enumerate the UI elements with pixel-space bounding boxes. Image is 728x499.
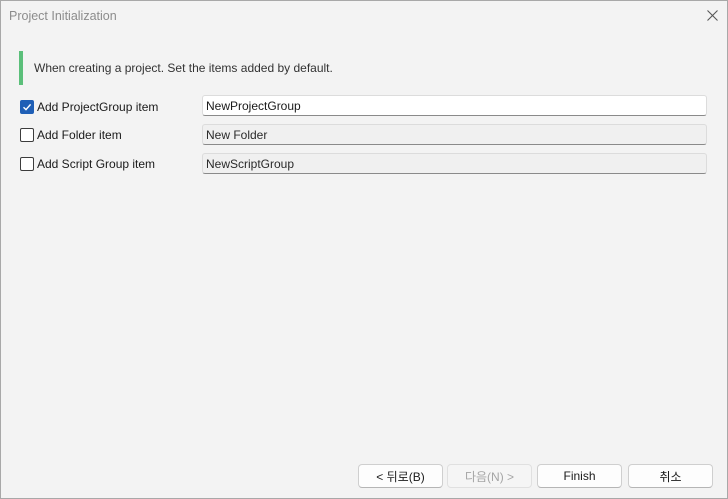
script-group-name-input[interactable] <box>202 153 707 174</box>
dialog-content: When creating a project. Set the items a… <box>1 32 727 454</box>
window-title: Project Initialization <box>9 9 117 23</box>
item-row-project-group: Add ProjectGroup item <box>20 95 710 119</box>
add-folder-label: Add Folder item <box>37 128 122 142</box>
checkbox-box[interactable] <box>20 100 34 114</box>
info-banner: When creating a project. Set the items a… <box>19 51 714 85</box>
item-row-folder: Add Folder item <box>20 124 710 148</box>
title-bar: Project Initialization <box>1 1 727 32</box>
finish-button[interactable]: Finish <box>537 464 622 488</box>
back-button[interactable]: < 뒤로(B) <box>358 464 443 488</box>
add-project-group-checkbox[interactable]: Add ProjectGroup item <box>20 95 158 119</box>
checkbox-box[interactable] <box>20 157 34 171</box>
add-project-group-label: Add ProjectGroup item <box>37 100 159 114</box>
close-button[interactable] <box>697 1 727 32</box>
close-icon <box>706 9 718 24</box>
next-button[interactable]: 다음(N) > <box>447 464 532 488</box>
button-bar: < 뒤로(B) 다음(N) > Finish 취소 <box>1 454 727 498</box>
dialog-window: Project Initialization When creating a p… <box>0 0 728 499</box>
add-folder-checkbox[interactable]: Add Folder item <box>20 123 122 147</box>
item-row-script-group: Add Script Group item <box>20 153 710 177</box>
cancel-button[interactable]: 취소 <box>628 464 713 488</box>
checkbox-box[interactable] <box>20 128 34 142</box>
add-script-group-checkbox[interactable]: Add Script Group item <box>20 152 155 176</box>
checkmark-icon <box>23 103 32 111</box>
add-script-group-label: Add Script Group item <box>37 157 156 171</box>
info-banner-text: When creating a project. Set the items a… <box>34 61 333 75</box>
folder-name-input[interactable] <box>202 124 707 145</box>
project-group-name-input[interactable] <box>202 95 707 116</box>
